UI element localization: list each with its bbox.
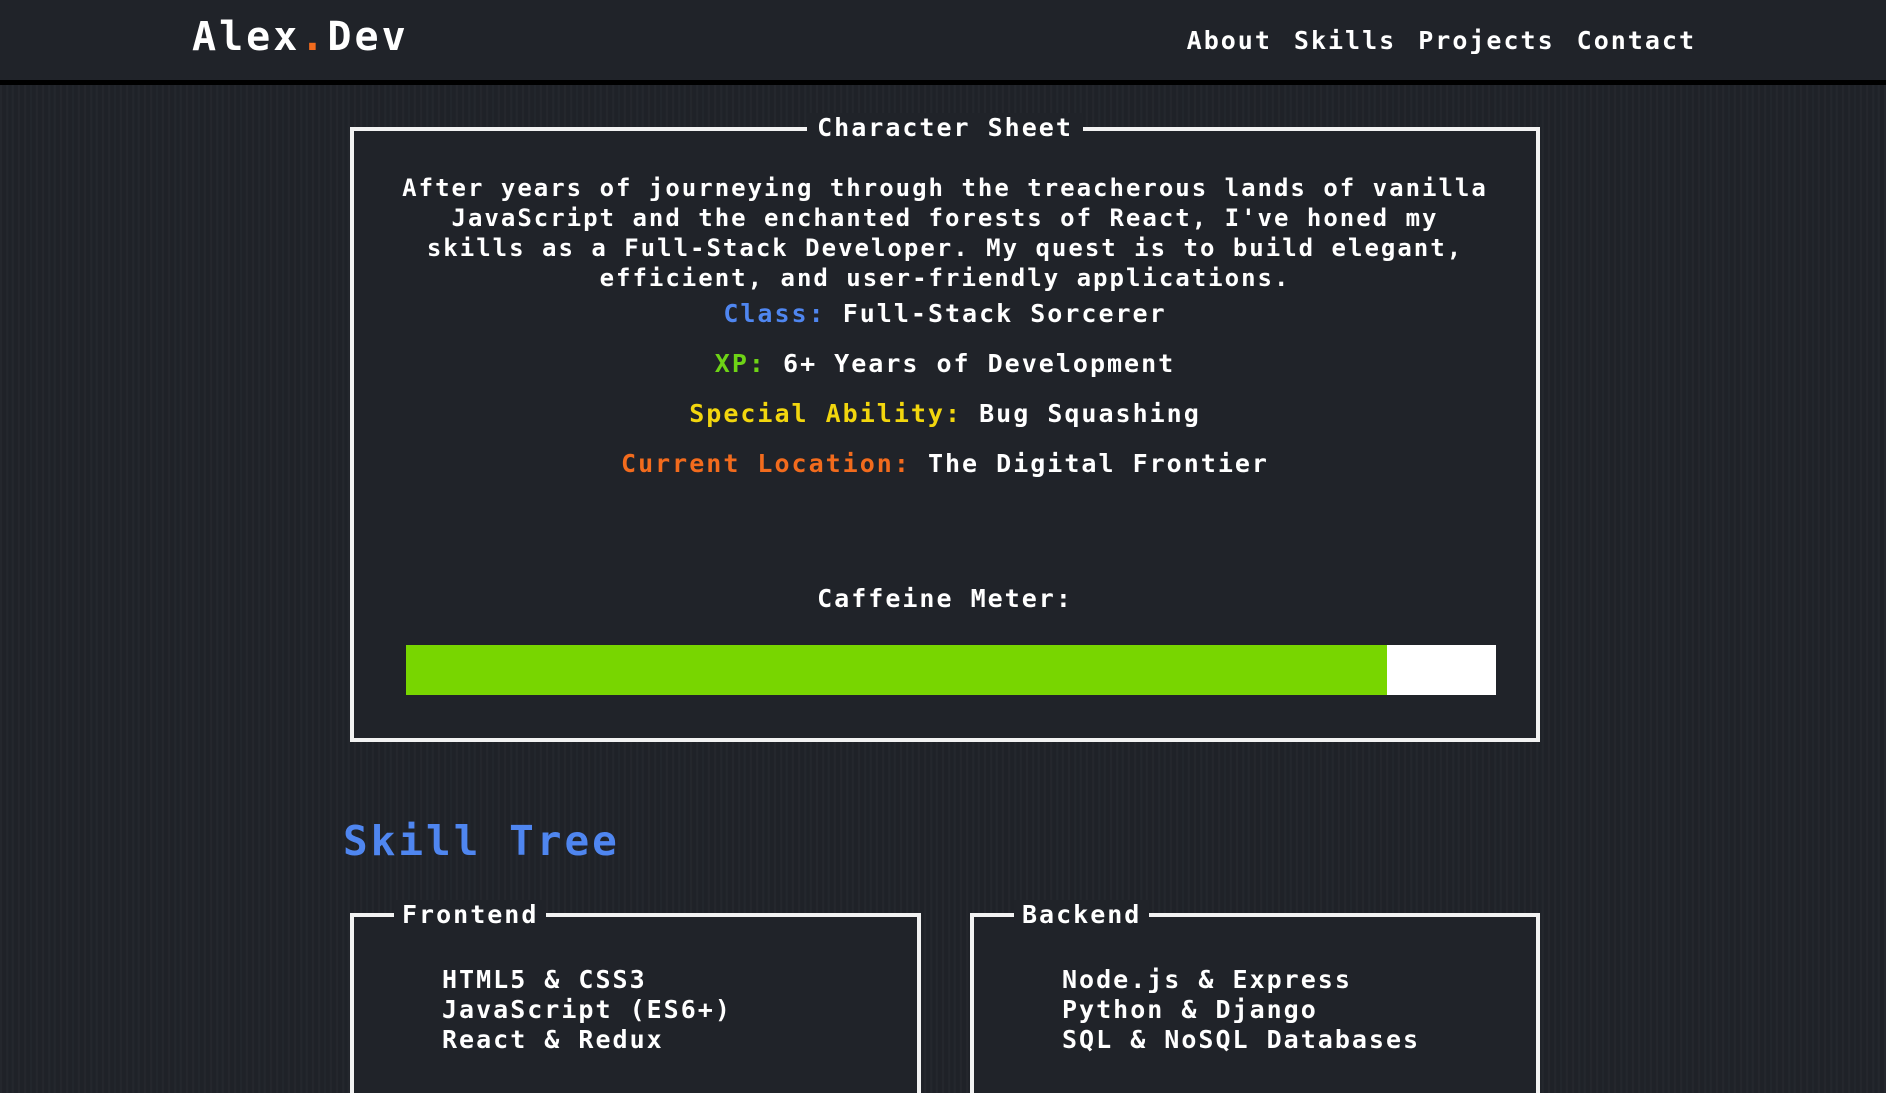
list-item: SQL & NoSQL Databases: [1062, 1025, 1421, 1054]
stat-xp-key: XP:: [714, 349, 766, 378]
stat-xp: XP: 6+ Years of Development: [354, 349, 1536, 378]
stat-xp-value: 6+ Years of Development: [783, 349, 1176, 378]
brand-logo[interactable]: Alex.Dev: [192, 14, 409, 60]
nav-about-link[interactable]: About: [1187, 26, 1272, 55]
stat-class-key: Class:: [723, 299, 826, 328]
character-sheet-title: Character Sheet: [807, 113, 1083, 142]
skill-tree-heading: Skill Tree: [343, 817, 620, 865]
stat-location: Current Location: The Digital Frontier: [354, 449, 1536, 478]
list-item: React & Redux: [442, 1025, 664, 1054]
main-nav: About Skills Projects Contact: [1187, 26, 1696, 55]
list-item: Python & Django: [1062, 995, 1318, 1024]
list-item: Node.js & Express: [1062, 965, 1352, 994]
stat-location-value: The Digital Frontier: [927, 449, 1269, 478]
backend-skill-list: Node.js & Express Python & Django SQL & …: [1062, 965, 1420, 1055]
frontend-skill-list: HTML5 & CSS3 JavaScript (ES6+) React & R…: [442, 965, 732, 1055]
nav-contact-link[interactable]: Contact: [1577, 26, 1696, 55]
brand-name: Alex: [192, 14, 301, 60]
backend-panel: Backend Node.js & Express Python & Djang…: [970, 900, 1540, 1093]
stat-class-value: Full-Stack Sorcerer: [842, 299, 1167, 328]
stat-special-ability: Special Ability: Bug Squashing: [354, 399, 1536, 428]
list-item: HTML5 & CSS3: [442, 965, 647, 994]
stat-special-ability-value: Bug Squashing: [979, 399, 1201, 428]
frontend-panel-title: Frontend: [394, 900, 547, 929]
nav-projects-link[interactable]: Projects: [1418, 26, 1554, 55]
bio-text: After years of journeying through the tr…: [402, 174, 1488, 292]
caffeine-meter-label: Caffeine Meter:: [817, 584, 1073, 613]
character-sheet: Character Sheet After years of journeyin…: [350, 113, 1540, 742]
top-navbar: Alex.Dev About Skills Projects Contact: [0, 0, 1886, 85]
backend-panel-title: Backend: [1014, 900, 1150, 929]
frontend-panel: Frontend HTML5 & CSS3 JavaScript (ES6+) …: [350, 900, 921, 1093]
stat-location-key: Current Location:: [621, 449, 911, 478]
brand-dot: .: [300, 14, 328, 60]
stat-class: Class: Full-Stack Sorcerer: [354, 299, 1536, 328]
list-item: JavaScript (ES6+): [442, 995, 732, 1024]
brand-suffix: Dev: [327, 14, 409, 60]
nav-skills-link[interactable]: Skills: [1294, 26, 1396, 55]
caffeine-meter: [406, 645, 1496, 695]
stat-special-ability-key: Special Ability:: [689, 399, 963, 428]
caffeine-meter-fill: [406, 645, 1387, 695]
